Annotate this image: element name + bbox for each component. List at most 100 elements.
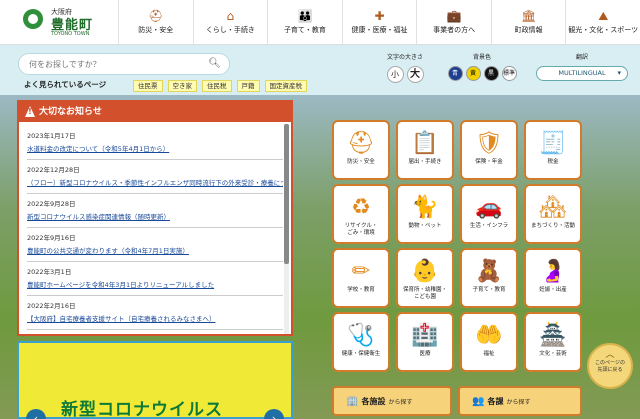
font-large-button[interactable]: 大	[406, 66, 424, 83]
font-small-button[interactable]: 小	[386, 66, 404, 83]
category-tile-pregnancy[interactable]: 🤰 妊娠・出産	[524, 248, 582, 308]
school-icon: ✏	[351, 259, 371, 284]
bg-standard-button[interactable]: 標準	[501, 66, 517, 81]
category-tile-childcare[interactable]: 🧸 子育て・教育	[460, 248, 518, 308]
background-color-label: 背景色	[472, 54, 491, 61]
pet-icon: 🐈	[411, 195, 439, 220]
utility-bar: 🔍︎ よく見られているページ 住民票 空き家 住民税 戸籍 国定資産税 文字の大…	[0, 45, 640, 95]
chevron-down-icon: ▾	[617, 69, 621, 77]
popular-link[interactable]: 戸籍	[236, 80, 260, 92]
list-item: 2022年3月1日 豊能町ホームページを令和4年3月1日よりリニューアルしました	[27, 268, 283, 296]
search-icon[interactable]: 🔍︎	[208, 58, 221, 69]
building-icon: 🏢	[346, 395, 359, 407]
scrollbar-thumb[interactable]	[284, 124, 289, 264]
family-icon: 👪	[297, 8, 313, 23]
recycle-icon: ♻	[351, 195, 371, 220]
popular-link[interactable]: 国定資産税	[264, 80, 307, 92]
find-by-department-button[interactable]: 👥 各課 から探す	[458, 386, 582, 416]
culture-icon: 🏯	[539, 323, 567, 348]
category-tile-medical[interactable]: 🏥 医療	[396, 312, 454, 372]
category-tile-town-planning[interactable]: 🏘 まちづくり・活動	[524, 184, 582, 244]
banner-title: 新型コロナウイルス	[61, 400, 223, 419]
category-tile-health[interactable]: 🩺 健康・保健衛生	[332, 312, 390, 372]
list-item: 2022年12月28日 （フロー）新型コロナウイルス・季節性インフルエンザ同時流行…	[27, 166, 283, 194]
notice-link[interactable]: （フロー）新型コロナウイルス・季節性インフルエンザ同時流行下の外来受診・療養につ…	[27, 178, 283, 188]
category-tile-insurance[interactable]: 🛡 保険・年金	[460, 120, 518, 180]
bg-yellow-button[interactable]: 黄	[465, 66, 481, 81]
chevron-up-icon: ︿	[605, 350, 615, 360]
town-icon: 🏘	[539, 195, 567, 220]
list-item: 2022年2月16日 【大阪府】自宅療養者支援サイト（自宅療養されるみなさまへ）	[27, 302, 283, 330]
nav-item-childcare[interactable]: 👪 子育て・教育	[267, 0, 342, 44]
popular-pages-label: よく見られているページ	[24, 80, 107, 89]
car-icon: 🚗	[475, 195, 503, 220]
list-item: 2022年9月16日 豊能町の公共交通が変わります（令和4年7月1日実施）	[27, 234, 283, 262]
town-emblem-icon	[23, 9, 43, 29]
category-tile-pets[interactable]: 🐈 動物・ペット	[396, 184, 454, 244]
banner-prev-button[interactable]: ‹	[26, 409, 46, 419]
notice-link[interactable]: 【大阪府】自宅療養者支援サイト（自宅療養されるみなさまへ）	[27, 314, 283, 324]
bg-black-button[interactable]: 黒	[483, 66, 499, 81]
logo-romaji: TOYONO TOWN	[51, 31, 90, 37]
tax-icon: 🧾	[539, 131, 567, 156]
notice-link[interactable]: 新型コロナウイルス感染症関連情報（随時更新）	[27, 212, 283, 222]
category-tile-disaster[interactable]: ⛑ 防災・安全	[332, 120, 390, 180]
bg-blue-button[interactable]: 青	[447, 66, 463, 81]
back-to-top-button[interactable]: ︿ このページの 先頭に戻る	[587, 343, 633, 389]
nav-item-disaster[interactable]: ⛑ 防災・安全	[118, 0, 193, 44]
house-icon: ⌂	[226, 8, 235, 23]
nav-item-business[interactable]: 💼 事業者の方へ	[416, 0, 491, 44]
popular-link[interactable]: 空き家	[167, 80, 197, 92]
category-tile-tax[interactable]: 🧾 税金	[524, 120, 582, 180]
font-size-control: 文字の大きさ 小 大	[381, 52, 429, 83]
notice-link[interactable]: 豊能町ホームページを令和4年3月1日よりリニューアルしました	[27, 280, 283, 290]
find-by-facility-button[interactable]: 🏢 各施設 から探す	[332, 386, 452, 416]
covid-banner[interactable]: 新型コロナウイルス ‹ ›	[17, 341, 293, 419]
nursery-icon: 👶	[411, 259, 439, 284]
category-tile-infrastructure[interactable]: 🚗 生活・インフラ	[460, 184, 518, 244]
notice-list: 2023年1月17日 水道料金の改定について（令和5年4月1日から） 2022年1…	[27, 132, 283, 336]
notice-link[interactable]: 豊能町の公共交通が変わります（令和4年7月1日実施）	[27, 246, 283, 256]
list-item: 2022年9月28日 新型コロナウイルス感染症関連情報（随時更新）	[27, 200, 283, 228]
welfare-icon: 🤲	[475, 323, 503, 348]
nav-item-health[interactable]: ✚ 健康・医療・福祉	[341, 0, 417, 44]
pregnancy-icon: 🤰	[539, 259, 567, 284]
briefcase-icon: 💼	[446, 8, 462, 23]
government-icon: 🏛	[521, 8, 537, 23]
search-box: 🔍︎	[18, 53, 230, 75]
notice-title: 大切なお知らせ	[19, 102, 291, 122]
childcare-icon: 🧸	[475, 259, 503, 284]
town-logo[interactable]: 大阪府 豊能町 TOYONO TOWN	[0, 0, 118, 45]
page: 大阪府 豊能町 TOYONO TOWN ⛑ 防災・安全 ⌂ くらし・手続き 👪 子育て…	[0, 0, 640, 419]
global-nav: ⛑ 防災・安全 ⌂ くらし・手続き 👪 子育て・教育 ✚ 健康・医療・福祉 💼 事業者の方…	[118, 0, 640, 44]
popular-pages-list: 住民票 空き家 住民税 戸籍 国定資産税	[133, 80, 307, 92]
document-icon: 📋	[411, 131, 439, 156]
nav-item-living[interactable]: ⌂ くらし・手続き	[192, 0, 268, 44]
category-tile-nursery[interactable]: 👶 保育所・幼稚園・ こども園	[396, 248, 454, 308]
banner-next-button[interactable]: ›	[264, 409, 284, 419]
tourism-icon: ⛰	[598, 8, 609, 23]
category-tile-recycle[interactable]: ♻ リサイクル・ ごみ・環境	[332, 184, 390, 244]
multilingual-button[interactable]: MULTILINGUAL ▾	[536, 66, 628, 81]
search-input[interactable]	[29, 58, 199, 71]
notice-scrollbar[interactable]	[284, 124, 289, 334]
department-icon: 👥	[472, 395, 485, 407]
category-tile-culture[interactable]: 🏯 文化・芸術	[524, 312, 582, 372]
category-grid: ⛑ 防災・安全 📋 届出・手続き 🛡 保険・年金 🧾 税金 ♻ リサイクル・ ごみ・環境 …	[332, 120, 582, 372]
important-notice-panel: 大切なお知らせ 2023年1月17日水道料金の改定について（令和5年4月1日から…	[17, 100, 293, 336]
nav-item-government[interactable]: 🏛 町政情報	[490, 0, 566, 44]
helmet-icon: ⛑	[148, 8, 164, 23]
insurance-icon: 🛡	[475, 131, 503, 156]
health-icon: ✚	[374, 8, 385, 23]
category-tile-school[interactable]: ✏ 学校・教育	[332, 248, 390, 308]
medical-icon: 🏥	[411, 323, 439, 348]
nav-item-tourism[interactable]: ⛰ 観光・文化・スポーツ	[565, 0, 640, 44]
translation-control: 翻訳 MULTILINGUAL ▾	[536, 52, 628, 81]
notice-link[interactable]: 水道料金の改定について（令和5年4月1日から）	[27, 144, 283, 154]
category-tile-procedures[interactable]: 📋 届出・手続き	[396, 120, 454, 180]
popular-link[interactable]: 住民票	[133, 80, 163, 92]
font-size-label: 文字の大きさ	[386, 54, 423, 61]
category-tile-welfare[interactable]: 🤲 福祉	[460, 312, 518, 372]
translation-label: 翻訳	[575, 54, 588, 61]
popular-link[interactable]: 住民税	[202, 80, 232, 92]
